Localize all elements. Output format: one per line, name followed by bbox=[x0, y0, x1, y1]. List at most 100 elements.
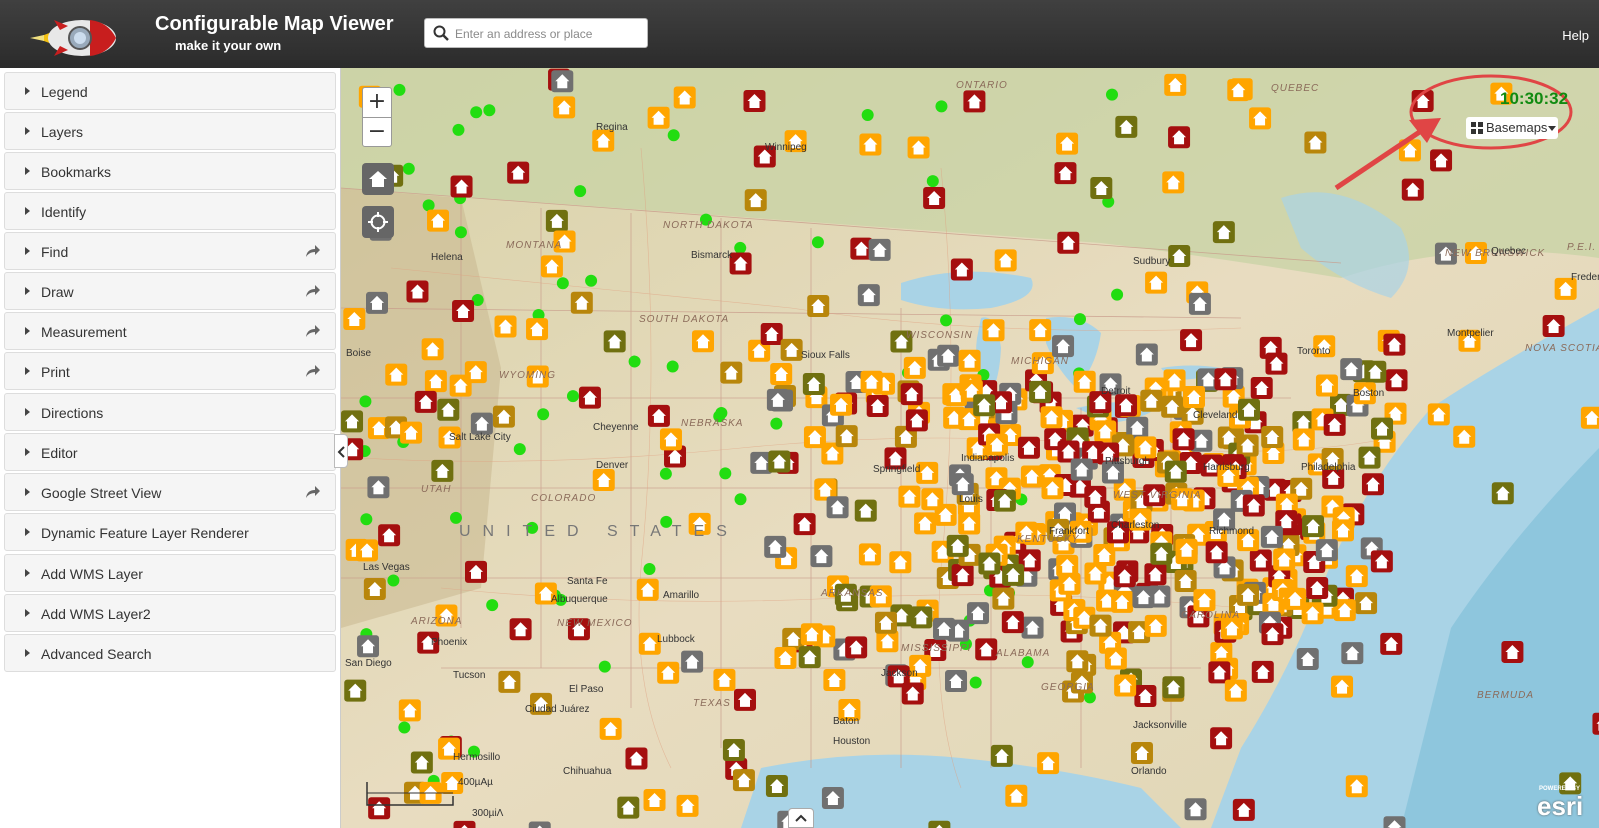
house-marker[interactable] bbox=[344, 679, 367, 702]
house-marker[interactable] bbox=[1145, 271, 1168, 294]
green-point[interactable] bbox=[402, 162, 415, 175]
house-marker[interactable] bbox=[1341, 642, 1364, 665]
green-point[interactable] bbox=[452, 123, 465, 136]
sidebar-item-draw[interactable]: Draw bbox=[4, 272, 336, 310]
house-marker[interactable] bbox=[378, 524, 401, 547]
house-marker[interactable] bbox=[1232, 798, 1255, 821]
house-marker[interactable] bbox=[1315, 374, 1338, 397]
house-marker[interactable] bbox=[946, 534, 969, 557]
house-marker[interactable] bbox=[507, 161, 530, 184]
house-marker[interactable] bbox=[465, 560, 488, 583]
house-marker[interactable] bbox=[1251, 660, 1274, 683]
green-point[interactable] bbox=[387, 574, 400, 587]
house-marker[interactable] bbox=[733, 688, 756, 711]
house-marker[interactable] bbox=[1212, 221, 1235, 244]
house-marker[interactable] bbox=[617, 796, 640, 819]
house-marker[interactable] bbox=[764, 535, 787, 558]
green-point[interactable] bbox=[574, 185, 587, 198]
house-marker[interactable] bbox=[830, 393, 853, 416]
share-arrow-icon[interactable] bbox=[305, 284, 321, 298]
house-marker[interactable] bbox=[1089, 614, 1112, 637]
green-point[interactable] bbox=[513, 443, 526, 456]
house-marker[interactable] bbox=[1066, 650, 1089, 673]
house-marker[interactable] bbox=[1501, 640, 1524, 663]
house-marker[interactable] bbox=[1115, 394, 1138, 417]
house-marker[interactable] bbox=[1306, 576, 1329, 599]
house-marker[interactable] bbox=[1261, 426, 1284, 449]
house-marker[interactable] bbox=[1168, 126, 1191, 149]
green-point[interactable] bbox=[935, 100, 948, 113]
house-marker[interactable] bbox=[592, 469, 615, 492]
search-box[interactable] bbox=[424, 18, 648, 48]
house-marker[interactable] bbox=[1302, 515, 1325, 538]
green-point[interactable] bbox=[598, 660, 611, 673]
house-marker[interactable] bbox=[1132, 586, 1155, 609]
green-point[interactable] bbox=[470, 106, 483, 119]
house-marker[interactable] bbox=[933, 617, 956, 640]
house-marker[interactable] bbox=[744, 189, 767, 212]
house-marker[interactable] bbox=[357, 635, 380, 658]
house-marker[interactable] bbox=[1453, 425, 1476, 448]
house-marker[interactable] bbox=[1084, 562, 1107, 585]
house-marker[interactable] bbox=[798, 646, 821, 669]
sidebar-item-identify[interactable]: Identify bbox=[4, 192, 336, 230]
house-marker[interactable] bbox=[760, 323, 783, 346]
house-marker[interactable] bbox=[492, 405, 515, 428]
green-point[interactable] bbox=[628, 355, 641, 368]
sidebar-item-find[interactable]: Find bbox=[4, 232, 336, 270]
sidebar-item-advanced-search[interactable]: Advanced Search bbox=[4, 634, 336, 672]
house-marker[interactable] bbox=[1163, 369, 1186, 392]
house-marker[interactable] bbox=[729, 252, 752, 275]
house-marker[interactable] bbox=[821, 786, 844, 809]
house-marker[interactable] bbox=[452, 299, 475, 322]
sidebar-item-measurement[interactable]: Measurement bbox=[4, 312, 336, 350]
sidebar-item-add-wms-layer2[interactable]: Add WMS Layer2 bbox=[4, 594, 336, 632]
house-marker[interactable] bbox=[1070, 458, 1093, 481]
house-marker[interactable] bbox=[978, 552, 1001, 575]
house-marker[interactable] bbox=[1542, 314, 1565, 337]
house-marker[interactable] bbox=[1052, 335, 1075, 358]
house-marker[interactable] bbox=[1183, 385, 1206, 408]
house-marker[interactable] bbox=[1164, 73, 1187, 96]
house-marker[interactable] bbox=[509, 618, 532, 641]
house-marker[interactable] bbox=[1001, 611, 1024, 634]
house-marker[interactable] bbox=[921, 488, 944, 511]
house-marker[interactable] bbox=[1292, 428, 1315, 451]
house-marker[interactable] bbox=[1184, 798, 1207, 821]
house-marker[interactable] bbox=[385, 363, 408, 386]
house-marker[interactable] bbox=[410, 751, 433, 774]
green-point[interactable] bbox=[422, 199, 435, 212]
house-marker[interactable] bbox=[1273, 548, 1296, 571]
sidebar-item-legend[interactable]: Legend bbox=[4, 72, 336, 110]
share-arrow-icon[interactable] bbox=[305, 324, 321, 338]
sidebar-item-editor[interactable]: Editor bbox=[4, 433, 336, 471]
house-marker[interactable] bbox=[1144, 614, 1167, 637]
house-marker[interactable] bbox=[498, 670, 521, 693]
house-marker[interactable] bbox=[367, 476, 390, 499]
house-marker[interactable] bbox=[854, 499, 877, 522]
house-marker[interactable] bbox=[1237, 583, 1260, 606]
house-marker[interactable] bbox=[1345, 775, 1368, 798]
house-marker[interactable] bbox=[421, 338, 444, 361]
house-marker[interactable] bbox=[713, 668, 736, 691]
house-marker[interactable] bbox=[950, 258, 973, 281]
green-point[interactable] bbox=[360, 513, 373, 526]
house-marker[interactable] bbox=[732, 769, 755, 792]
house-marker[interactable] bbox=[1021, 616, 1044, 639]
house-marker[interactable] bbox=[570, 291, 593, 314]
green-point[interactable] bbox=[926, 175, 939, 188]
house-marker[interactable] bbox=[1304, 131, 1327, 154]
house-marker[interactable] bbox=[1249, 107, 1272, 130]
house-marker[interactable] bbox=[636, 578, 659, 601]
house-marker[interactable] bbox=[858, 543, 881, 566]
house-marker[interactable] bbox=[625, 747, 648, 770]
house-marker[interactable] bbox=[765, 775, 788, 798]
green-point[interactable] bbox=[1073, 313, 1086, 326]
share-arrow-icon[interactable] bbox=[305, 244, 321, 258]
house-marker[interactable] bbox=[1058, 572, 1081, 595]
house-marker[interactable] bbox=[1380, 632, 1403, 655]
house-marker[interactable] bbox=[453, 820, 476, 828]
house-marker[interactable] bbox=[803, 426, 826, 449]
house-marker[interactable] bbox=[553, 96, 576, 119]
house-marker[interactable] bbox=[398, 699, 421, 722]
